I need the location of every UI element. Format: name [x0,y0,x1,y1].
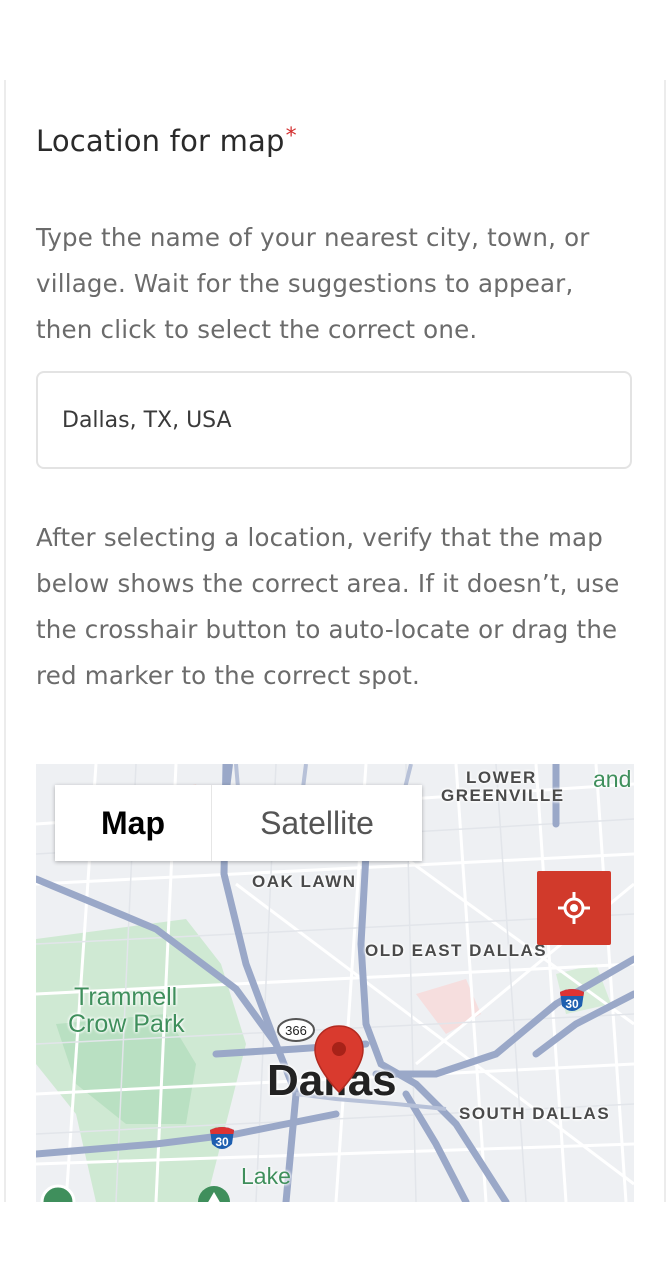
field-label: Location for map* [36,124,297,158]
label-and: and [593,766,632,792]
label-crow-park: Crow Park [68,1010,185,1038]
interstate-30-shield-east: 30 [558,986,586,1020]
location-input[interactable] [36,371,632,469]
interstate-30-west-text: 30 [215,1135,229,1149]
route-366-text: 366 [285,1023,307,1038]
required-marker: * [285,124,297,149]
interstate-30-shield-west: 30 [208,1124,236,1158]
map-type-map-button[interactable]: Map [55,785,212,861]
map-view[interactable]: Map Satellite LOWER GREENVILLE and OAK L… [36,764,634,1202]
label-lake: Lake [241,1163,291,1189]
label-lower: LOWER [466,768,537,787]
interstate-30-east-text: 30 [565,997,579,1011]
label-greenville: GREENVILLE [441,786,565,805]
label-old-east-dallas: OLD EAST DALLAS [365,941,548,960]
map-type-control: Map Satellite [55,785,422,861]
map-pin-icon[interactable] [313,1024,365,1098]
park-tree-icon [196,1184,232,1202]
label-trammell: Trammell [74,983,178,1011]
poi-icon [40,1184,76,1202]
route-366-shield: 366 [276,1018,316,1046]
crosshair-icon [558,892,590,924]
location-form-card: Location for map* Type the name of your … [4,80,666,1202]
label-south-dallas: SOUTH DALLAS [459,1104,611,1123]
locate-button[interactable] [537,871,611,945]
field-label-text: Location for map [36,124,285,158]
help-text: Type the name of your nearest city, town… [36,223,590,344]
map-type-satellite-button[interactable]: Satellite [212,785,422,861]
label-oak-lawn: OAK LAWN [252,872,357,891]
verify-text: After selecting a location, verify that … [36,523,620,690]
